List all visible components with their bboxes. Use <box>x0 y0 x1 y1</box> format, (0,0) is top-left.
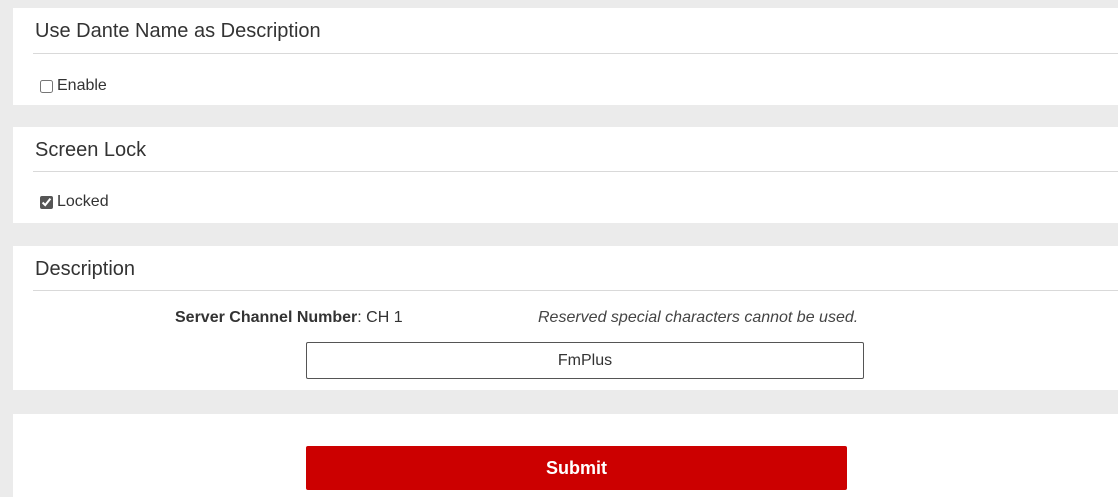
enable-checkbox[interactable] <box>40 79 53 93</box>
description-title: Description <box>35 258 136 280</box>
enable-option[interactable]: Enable <box>40 77 107 95</box>
description-input[interactable] <box>306 342 864 379</box>
reserved-characters-hint: Reserved special characters cannot be us… <box>538 309 859 326</box>
description-divider <box>33 290 1118 291</box>
locked-option[interactable]: Locked <box>40 193 109 211</box>
server-channel-label: Server Channel Number <box>175 309 358 326</box>
channel-info-row: Server Channel Number: CH 1 Reserved spe… <box>13 309 1118 329</box>
enable-label: Enable <box>57 77 107 94</box>
screen-lock-title: Screen Lock <box>35 139 147 161</box>
submit-button[interactable]: Submit <box>306 446 847 490</box>
dante-name-divider <box>33 53 1118 54</box>
locked-label: Locked <box>57 193 109 210</box>
server-channel-number: Server Channel Number: CH 1 <box>175 309 403 327</box>
dante-name-title: Use Dante Name as Description <box>35 20 321 42</box>
dante-name-panel: Use Dante Name as Description Enable <box>13 8 1118 105</box>
server-channel-value: : CH 1 <box>357 309 403 326</box>
screen-lock-divider <box>33 171 1118 172</box>
screen-lock-panel: Screen Lock Locked <box>13 127 1118 223</box>
locked-checkbox[interactable] <box>40 195 53 209</box>
submit-panel: Submit <box>13 414 1118 497</box>
description-panel: Description Server Channel Number: CH 1 … <box>13 246 1118 390</box>
